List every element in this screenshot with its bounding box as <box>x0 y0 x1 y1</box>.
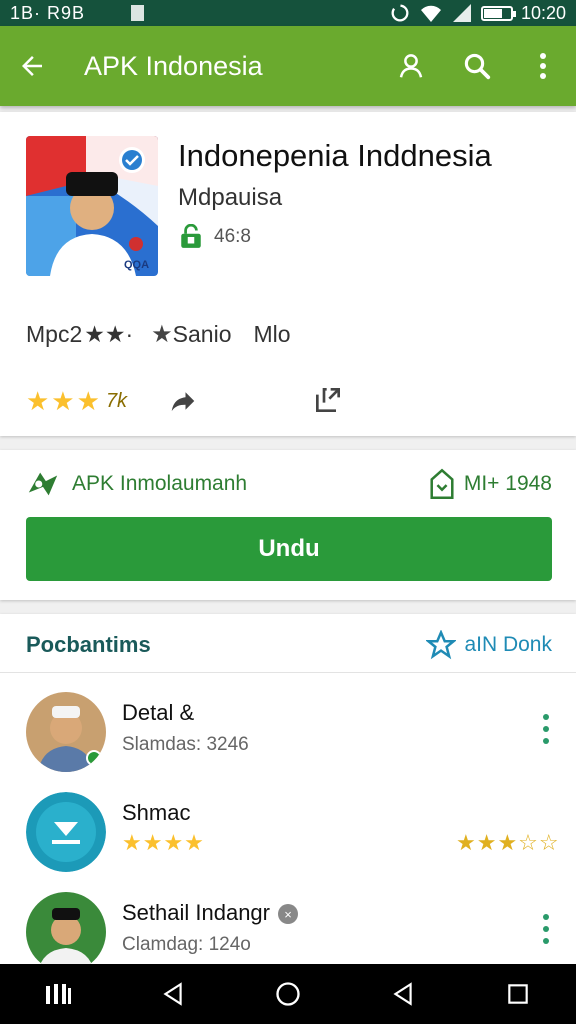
search-button[interactable] <box>444 36 510 96</box>
download-button[interactable]: Undu <box>26 517 552 581</box>
notification-icon <box>131 5 145 21</box>
item-menu-button[interactable] <box>536 714 556 744</box>
rating-line: Mpc2 ★★· ★ Sanio Mlo <box>26 320 291 349</box>
status-time: 10:20 <box>520 2 566 23</box>
system-nav-bar <box>0 964 576 1024</box>
item-menu-button[interactable] <box>536 914 556 944</box>
item-subtitle: Slamdas: 3246 <box>122 734 249 755</box>
lock-icon <box>181 224 201 248</box>
recents-button[interactable] <box>28 964 88 1024</box>
rating-stars-small: ★★· <box>84 321 134 347</box>
item-name: Detal & <box>122 700 195 725</box>
apk-label: APK Inmolaumanh <box>72 472 248 495</box>
item-name: Sethail Indangr × <box>122 900 298 926</box>
more-options-button[interactable] <box>510 36 576 96</box>
open-external-icon <box>316 388 340 412</box>
open-external-button[interactable] <box>312 384 344 421</box>
rating-count: 7k <box>105 390 128 412</box>
app-bar: APK Indonesia <box>0 26 576 106</box>
item-stars-left: ★★★★ <box>122 830 205 855</box>
account-icon <box>399 54 423 78</box>
sync-icon <box>391 4 409 22</box>
app-size-value: 46:8 <box>214 226 251 247</box>
item-subtitle: Clamdag: 124o <box>122 934 251 955</box>
overview-nav-button[interactable] <box>488 964 548 1024</box>
divider <box>0 672 576 673</box>
rating-stars[interactable]: ★★★ 7k <box>26 386 127 417</box>
status-bar: 1B· R9B 10:20 <box>0 0 576 26</box>
recents-icon <box>45 984 71 1004</box>
account-button[interactable] <box>378 36 444 96</box>
back-triangle-icon <box>393 982 412 1006</box>
star-icon: ★ <box>151 321 173 348</box>
item-name: Shmac <box>122 800 191 825</box>
status-left-text: 1B· R9B <box>10 2 86 23</box>
app-size: 46:8 <box>178 224 251 250</box>
home-circle-icon <box>276 982 300 1006</box>
share-icon <box>171 392 195 411</box>
wifi-icon <box>420 5 441 23</box>
package-download-icon <box>430 468 454 499</box>
share-button[interactable] <box>168 386 198 421</box>
back-button[interactable] <box>0 51 64 81</box>
back-nav-button[interactable] <box>143 964 203 1024</box>
app-title: Indonepenia Inddnesia <box>178 138 492 173</box>
close-badge-icon[interactable]: × <box>278 904 298 925</box>
more-vert-icon <box>540 53 546 79</box>
see-more-link[interactable]: aIN Donk <box>426 630 552 660</box>
avatar <box>26 692 106 772</box>
back-triangle-icon <box>163 982 182 1006</box>
search-icon <box>464 53 491 80</box>
battery-icon <box>480 5 516 21</box>
star-outline-icon <box>426 630 457 660</box>
signal-icon <box>452 4 471 22</box>
app-icon[interactable]: QQA <box>26 136 158 276</box>
overview-square-icon <box>508 984 529 1004</box>
section-heading: Pocbantims <box>26 632 151 657</box>
app-bar-title: APK Indonesia <box>84 50 263 81</box>
app-developer[interactable]: Mdpauisa <box>178 184 282 212</box>
item-stars-right: ★★★☆☆ <box>456 830 560 855</box>
list-item[interactable]: Detal & Slamdas: 3246 <box>0 692 576 792</box>
avatar <box>26 892 106 972</box>
app-info-card: QQA Indonepenia Inddnesia Mdpauisa 46:8 … <box>0 112 576 436</box>
home-nav-button[interactable] <box>258 964 318 1024</box>
related-apps-card: Pocbantims aIN Donk Detal & Slamdas: 324… <box>0 614 576 972</box>
see-more-label: aIN Donk <box>464 633 552 656</box>
apk-version: MI+ 1948 <box>463 472 552 495</box>
category-label[interactable]: Sanio <box>173 321 232 348</box>
apk-download-card: APK Inmolaumanh MI+ 1948 Undu <box>0 450 576 600</box>
svg-text:QQA: QQA <box>124 259 149 271</box>
apk-icon <box>28 472 58 496</box>
download-app-icon <box>26 792 106 872</box>
back-nav-button-2[interactable] <box>373 964 433 1024</box>
list-item[interactable]: Shmac ★★★★ ★★★☆☆ <box>0 792 576 892</box>
arrow-left-icon <box>22 56 42 76</box>
extra-label: Mlo <box>253 321 291 347</box>
rating-label: Mpc2 <box>26 321 83 347</box>
